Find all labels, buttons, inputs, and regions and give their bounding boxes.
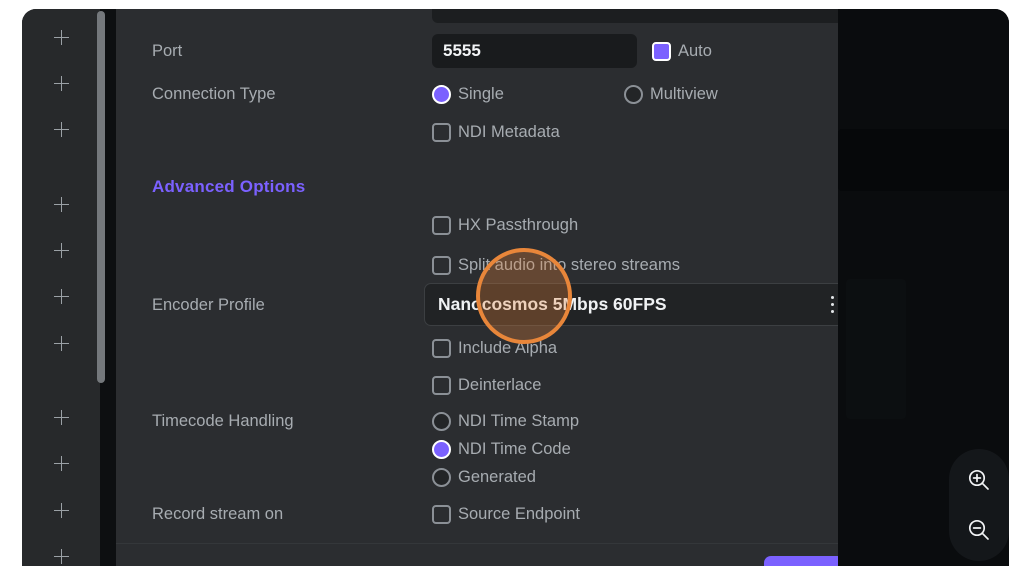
plus-icon: [53, 196, 69, 212]
row-deinterlace: Deinterlace: [116, 372, 838, 398]
add-source-button[interactable]: [22, 328, 100, 358]
timecode-option-ndi-time-stamp[interactable]: NDI Time Stamp: [432, 408, 579, 434]
source-endpoint-label: Source Endpoint: [458, 505, 581, 523]
auto-label: Auto: [678, 42, 712, 60]
hx-passthrough-label: HX Passthrough: [458, 216, 579, 234]
add-source-button[interactable]: [22, 495, 100, 525]
ndi-time-stamp-radio[interactable]: [432, 411, 451, 431]
plus-icon: [53, 409, 69, 425]
row-split-audio: Split audio into stereo streams: [116, 252, 838, 278]
hx-passthrough-checkbox[interactable]: [432, 215, 451, 235]
zoom-in-button[interactable]: [962, 463, 996, 497]
add-source-button[interactable]: [22, 281, 100, 311]
single-label: Single: [458, 85, 504, 103]
zoom-controls: [949, 449, 1009, 561]
plus-icon: [53, 121, 69, 137]
ndi-time-code-label: NDI Time Code: [458, 440, 571, 458]
zoom-in-icon: [968, 469, 989, 490]
app-window: Port Auto Connection Type Single: [22, 9, 1009, 566]
kebab-menu-icon[interactable]: [831, 295, 835, 314]
preview-placeholder-block: [838, 129, 1009, 191]
ndi-metadata-label: NDI Metadata: [458, 123, 560, 141]
port-label: Port: [152, 42, 183, 60]
plus-icon: [53, 242, 69, 258]
deinterlace-checkbox-row[interactable]: Deinterlace: [432, 372, 541, 398]
preview-placeholder-block: [846, 279, 906, 419]
plus-icon: [53, 29, 69, 45]
multiview-label: Multiview: [650, 85, 718, 103]
port-input[interactable]: [432, 34, 637, 68]
add-source-button[interactable]: [22, 68, 100, 98]
include-alpha-label: Include Alpha: [458, 339, 558, 357]
plus-icon: [53, 75, 69, 91]
plus-icon: [53, 288, 69, 304]
multiview-radio[interactable]: [624, 84, 643, 104]
auto-checkbox[interactable]: [652, 41, 671, 61]
hx-passthrough-checkbox-row[interactable]: HX Passthrough: [432, 212, 578, 238]
zoom-out-button[interactable]: [962, 513, 996, 547]
add-source-button[interactable]: [22, 189, 100, 219]
row-timecode-handling: Timecode Handling NDI Time Stamp: [116, 408, 838, 434]
timecode-option-generated[interactable]: Generated: [432, 464, 536, 490]
encoder-profile-select[interactable]: Nanocosmos 5Mbps 60FPS: [424, 283, 851, 326]
source-endpoint-checkbox[interactable]: [432, 504, 451, 524]
add-source-button[interactable]: [22, 235, 100, 265]
row-timecode-ndi-time-code: NDI Time Code: [116, 436, 838, 462]
row-ndi-metadata: NDI Metadata: [116, 119, 838, 145]
connection-type-option-single[interactable]: Single: [432, 81, 504, 107]
connection-type-label: Connection Type: [152, 85, 276, 103]
plus-icon: [53, 548, 69, 564]
auto-checkbox-row[interactable]: Auto: [652, 38, 712, 64]
encoder-profile-label: Encoder Profile: [152, 296, 265, 314]
confirm-button[interactable]: [764, 556, 844, 566]
add-source-button[interactable]: [22, 402, 100, 432]
panel-scrollbar-thumb[interactable]: [97, 11, 105, 383]
plus-icon: [53, 455, 69, 471]
row-connection-type: Connection Type Single Multiview: [116, 81, 838, 107]
generated-label: Generated: [458, 468, 536, 486]
split-audio-checkbox[interactable]: [432, 255, 451, 275]
encoder-profile-value: Nanocosmos 5Mbps 60FPS: [438, 294, 667, 314]
record-stream-on-label: Record stream on: [152, 505, 284, 523]
deinterlace-label: Deinterlace: [458, 376, 542, 394]
generated-radio[interactable]: [432, 467, 451, 487]
settings-panel: Port Auto Connection Type Single: [116, 9, 853, 566]
source-endpoint-checkbox-row[interactable]: Source Endpoint: [432, 501, 580, 527]
split-audio-label: Split audio into stereo streams: [458, 256, 680, 274]
split-audio-checkbox-row[interactable]: Split audio into stereo streams: [432, 252, 680, 278]
row-hx-passthrough: HX Passthrough: [116, 212, 838, 238]
row-include-alpha: Include Alpha: [116, 335, 838, 361]
plus-icon: [53, 502, 69, 518]
left-rail: [22, 9, 100, 566]
ndi-time-code-radio[interactable]: [432, 439, 451, 459]
ndi-time-stamp-label: NDI Time Stamp: [458, 412, 580, 430]
advanced-options-heading: Advanced Options: [152, 177, 306, 196]
include-alpha-checkbox[interactable]: [432, 338, 451, 358]
panel-footer-divider: [116, 543, 838, 544]
add-source-button[interactable]: [22, 114, 100, 144]
row-port: Port Auto: [116, 34, 838, 68]
row-timecode-generated: Generated: [116, 464, 838, 490]
deinterlace-checkbox[interactable]: [432, 375, 451, 395]
include-alpha-checkbox-row[interactable]: Include Alpha: [432, 335, 557, 361]
zoom-out-icon: [968, 519, 989, 540]
row-record-stream-on: Record stream on Source Endpoint: [116, 501, 838, 527]
single-radio[interactable]: [432, 84, 451, 104]
previous-field-input[interactable]: [432, 9, 853, 23]
connection-type-option-multiview[interactable]: Multiview: [624, 81, 718, 107]
add-source-button[interactable]: [22, 22, 100, 52]
ndi-metadata-checkbox-row[interactable]: NDI Metadata: [432, 119, 560, 145]
plus-icon: [53, 335, 69, 351]
ndi-metadata-checkbox[interactable]: [432, 122, 451, 142]
timecode-handling-label: Timecode Handling: [152, 412, 294, 430]
add-source-button[interactable]: [22, 448, 100, 478]
add-source-button[interactable]: [22, 541, 100, 566]
timecode-option-ndi-time-code[interactable]: NDI Time Code: [432, 436, 571, 462]
